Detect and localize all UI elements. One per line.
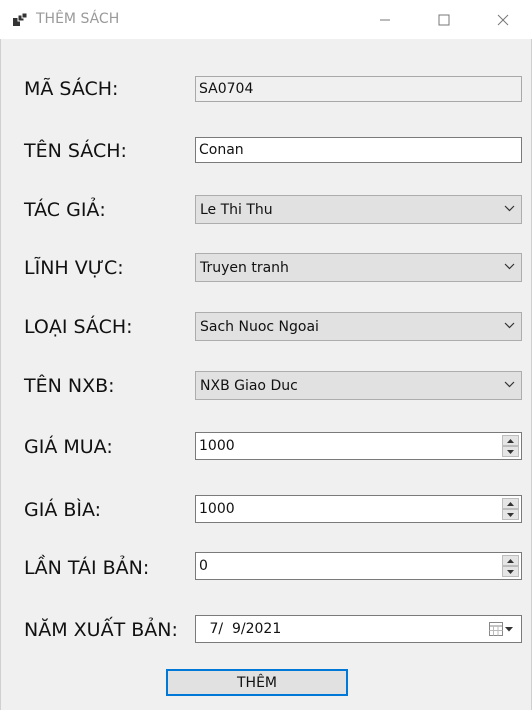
maximize-icon <box>438 14 450 25</box>
chevron-down-icon <box>504 322 515 329</box>
loai-sach-label: LOẠI SÁCH: <box>24 316 133 338</box>
nam-xuat-ban-value: 7/ 9/2021 <box>205 621 282 637</box>
spin-down-button[interactable] <box>502 509 519 520</box>
window-title: THÊM SÁCH <box>36 11 120 27</box>
minimize-icon <box>380 19 390 20</box>
arrow-up-icon <box>507 558 514 563</box>
spin-buttons <box>502 555 519 577</box>
close-button[interactable] <box>479 0 527 39</box>
loai-sach-select[interactable]: Sach Nuoc Ngoai <box>195 312 522 341</box>
gia-mua-label: GIÁ MUA: <box>24 436 113 458</box>
arrow-up-icon <box>507 501 514 506</box>
calendar-icon[interactable] <box>489 622 515 636</box>
spin-up-button[interactable] <box>502 435 519 446</box>
ten-sach-label: TÊN SÁCH: <box>24 140 127 162</box>
lan-tai-ban-label: LẦN TÁI BẢN: <box>24 557 150 579</box>
ten-nxb-label: TÊN NXB: <box>24 375 115 397</box>
ten-sach-input[interactable]: Conan <box>195 137 522 163</box>
lan-tai-ban-value: 0 <box>199 558 208 574</box>
gia-mua-value: 1000 <box>199 438 235 454</box>
lan-tai-ban-stepper[interactable]: 0 <box>195 552 522 580</box>
gia-mua-stepper[interactable]: 1000 <box>195 432 522 460</box>
maximize-button[interactable] <box>420 0 468 39</box>
chevron-down-icon <box>504 205 515 212</box>
title-bar[interactable]: THÊM SÁCH <box>0 0 532 39</box>
arrow-down-icon <box>507 512 514 517</box>
spin-down-button[interactable] <box>502 566 519 577</box>
spin-down-button[interactable] <box>502 446 519 457</box>
ten-nxb-value: NXB Giao Duc <box>200 378 298 394</box>
tac-gia-select[interactable]: Le Thi Thu <box>195 195 522 224</box>
chevron-down-icon <box>504 263 515 270</box>
ma-sach-input[interactable]: SA0704 <box>195 76 522 102</box>
chevron-down-icon <box>504 381 515 388</box>
ma-sach-label: MÃ SÁCH: <box>24 78 119 100</box>
nam-xuat-ban-datepicker[interactable]: 7/ 9/2021 <box>195 615 522 643</box>
gia-bia-value: 1000 <box>199 501 235 517</box>
tac-gia-label: TÁC GIẢ: <box>24 199 106 221</box>
gia-bia-label: GIÁ BÌA: <box>24 499 102 521</box>
minimize-button[interactable] <box>361 0 409 39</box>
arrow-up-icon <box>507 438 514 443</box>
linh-vuc-value: Truyen tranh <box>200 260 289 276</box>
arrow-down-icon <box>507 449 514 454</box>
window-border-left <box>0 39 1 710</box>
spin-up-button[interactable] <box>502 555 519 566</box>
nam-xuat-ban-label: NĂM XUẤT BẢN: <box>24 619 178 641</box>
gia-bia-stepper[interactable]: 1000 <box>195 495 522 523</box>
spin-buttons <box>502 498 519 520</box>
tac-gia-value: Le Thi Thu <box>200 202 273 218</box>
add-button[interactable]: THÊM <box>166 669 348 696</box>
ten-nxb-select[interactable]: NXB Giao Duc <box>195 371 522 400</box>
loai-sach-value: Sach Nuoc Ngoai <box>200 319 319 335</box>
arrow-down-icon <box>507 569 514 574</box>
linh-vuc-select[interactable]: Truyen tranh <box>195 253 522 282</box>
spin-buttons <box>502 435 519 457</box>
linh-vuc-label: LĨNH VỰC: <box>24 257 124 279</box>
spin-up-button[interactable] <box>502 498 519 509</box>
close-icon <box>497 14 509 25</box>
app-icon <box>12 12 28 28</box>
